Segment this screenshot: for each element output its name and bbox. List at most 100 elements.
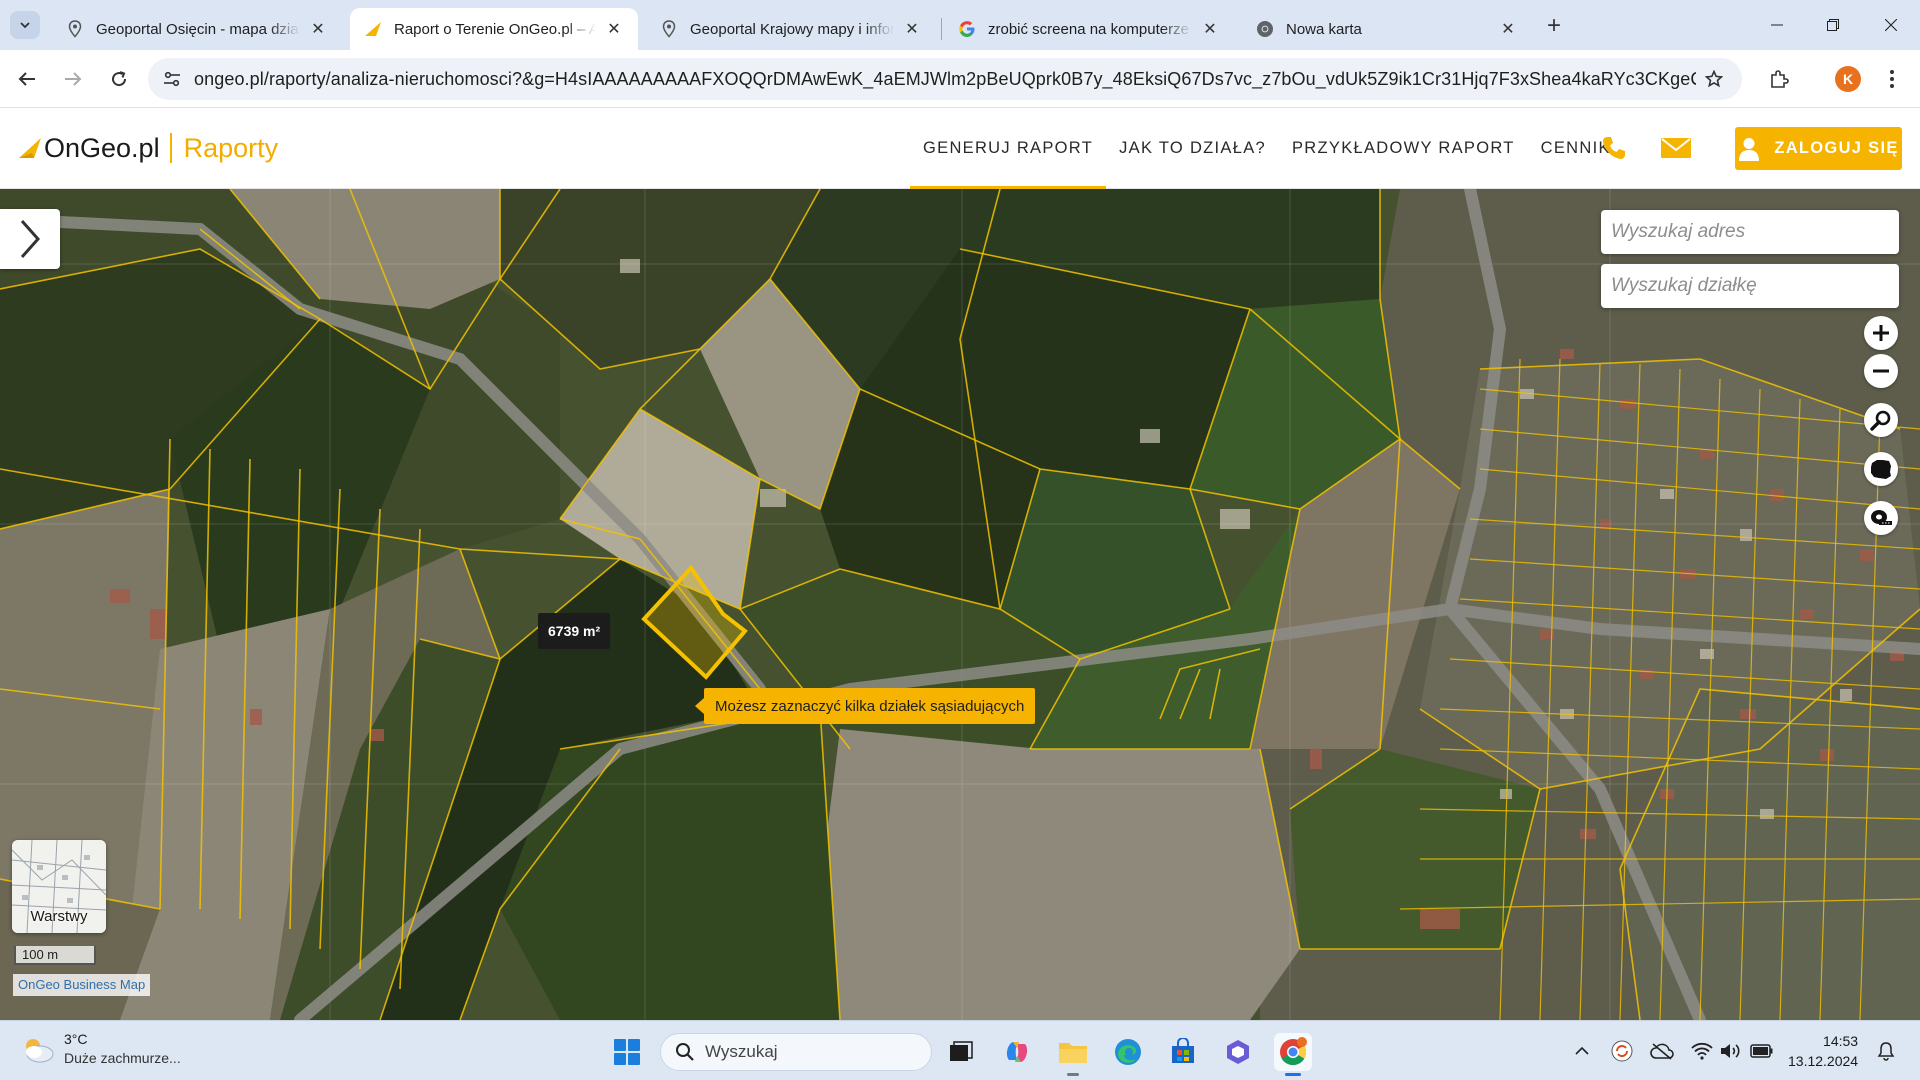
close-icon[interactable]: ✕ [1200,19,1220,39]
google-icon [958,20,976,38]
brand-name: OnGeo.pl [44,132,160,163]
address-bar[interactable]: ongeo.pl/raporty/analiza-nieruchomosci?&… [148,58,1742,100]
store-icon [1172,1038,1194,1063]
extensions-button[interactable] [1764,64,1794,94]
measure-tape-icon [1871,510,1892,525]
parcel-search-input[interactable] [1601,264,1899,308]
show-poland-button[interactable] [1864,452,1898,486]
close-icon[interactable]: ✕ [604,19,624,39]
microsoft-store-button[interactable] [1164,1033,1202,1071]
copilot-icon [1006,1042,1028,1062]
tab-geoportal-osiecin[interactable]: Geoportal Osięcin - mapa działek ✕ [52,8,342,50]
site-logo[interactable]: OnGeo.pl Raporty [18,130,278,166]
close-icon[interactable]: ✕ [1498,19,1518,39]
edge-button[interactable] [1109,1033,1147,1071]
login-button[interactable]: ZALOGUJ SIĘ [1735,127,1902,170]
task-view-button[interactable] [942,1033,980,1071]
start-button[interactable] [608,1033,646,1071]
map-scale-bar: 100 m [14,946,96,965]
chevron-right-icon [20,220,41,258]
phone-icon[interactable] [1598,134,1630,162]
tab-google-search[interactable]: zrobić screena na komputerze - Szukaj ✕ [944,8,1234,50]
main-nav: GENERUJ RAPORT JAK TO DZIAŁA? PRZYKŁADOW… [910,108,1624,189]
minimize-icon [1771,24,1783,26]
bookmark-star-icon[interactable] [1696,61,1732,97]
wifi-icon[interactable] [1690,1039,1714,1063]
system-clock[interactable]: 14:53 13.12.2024 [1788,1031,1858,1071]
chrome-button[interactable] [1274,1033,1312,1076]
chevron-down-icon [20,22,30,29]
copilot-app-button[interactable] [1219,1033,1257,1071]
zoom-to-selection-button[interactable] [1864,403,1898,437]
mail-icon[interactable] [1660,134,1692,162]
tab-title: zrobić screena na komputerze - Szukaj [988,20,1192,38]
weather-temperature: 3°C [64,1031,88,1047]
chrome-icon [1280,1037,1307,1066]
map-hint-tooltip: Możesz zaznaczyć kilka działek sąsiadują… [694,688,1036,724]
nav-generuj-raport[interactable]: GENERUJ RAPORT [910,108,1107,189]
nav-przykladowy-raport[interactable]: PRZYKŁADOWY RAPORT [1279,108,1528,189]
volume-icon[interactable] [1718,1039,1742,1063]
windows-logo-icon [614,1039,640,1065]
search-icon [676,1043,694,1061]
parcel-map[interactable]: 6739 m² Możesz zaznaczyć kilka działek s… [0,189,1920,1020]
layers-button[interactable]: Warstwy [12,840,106,933]
minimize-button[interactable] [1754,8,1800,42]
map-attribution[interactable]: OnGeo Business Map [13,974,151,996]
windows-taskbar: 3°C Duże zachmurze... Wyszukaj 14:53 13.… [0,1020,1920,1080]
address-search-input[interactable] [1601,210,1899,254]
url-text: ongeo.pl/raporty/analiza-nieruchomosci?&… [194,68,1696,89]
notification-bell-icon[interactable] [1874,1039,1898,1063]
site-settings-icon[interactable] [154,61,190,97]
hexagon-app-icon [1227,1040,1249,1064]
clock-time: 14:53 [1823,1033,1859,1049]
chrome-icon [1256,20,1274,38]
restore-icon [1827,19,1839,31]
tab-search-button[interactable] [10,11,40,39]
satellite-map-layer[interactable] [0,189,1920,1020]
tab-new[interactable]: Nowa karta ✕ [1242,8,1532,50]
browser-menu-button[interactable] [1880,64,1904,94]
restore-button[interactable] [1810,8,1856,42]
product-name: Raporty [183,132,279,163]
arrow-left-icon [18,72,35,86]
reload-button[interactable] [104,64,134,94]
zoom-in-button[interactable] [1864,316,1898,350]
poland-map-icon [1871,460,1891,479]
profile-avatar[interactable]: K [1835,66,1861,92]
weather-widget[interactable]: 3°C Duże zachmurze... [20,1031,181,1066]
tab-separator [941,18,942,40]
tab-title: Geoportal Krajowy mapy i informacje [690,20,894,38]
task-view-icon [950,1041,973,1061]
new-tab-button[interactable]: + [1540,13,1568,41]
layers-label: Warstwy [30,908,88,925]
tab-geoportal-krajowy[interactable]: Geoportal Krajowy mapy i informacje ✕ [646,8,936,50]
arrow-right-icon [65,72,82,86]
nav-jak-to-dziala[interactable]: JAK TO DZIAŁA? [1106,108,1279,189]
taskbar-search[interactable]: Wyszukaj [660,1033,932,1071]
login-label: ZALOGUJ SIĘ [1774,139,1899,157]
measure-tool-button[interactable] [1864,501,1898,535]
ongeo-logo-icon [19,138,41,158]
weather-condition: Duże zachmurze... [64,1050,181,1066]
tab-title: Raport o Terenie OnGeo.pl – Analiza [394,20,596,38]
map-pin-icon [660,20,678,38]
copilot-button[interactable] [998,1033,1036,1071]
sync-icon[interactable] [1610,1039,1634,1063]
zoom-out-button[interactable] [1864,354,1898,388]
zoom-out-icon [1873,369,1889,373]
file-explorer-button[interactable] [1054,1033,1092,1076]
chevron-up-icon[interactable] [1570,1039,1594,1063]
zoom-in-icon [1873,325,1889,341]
user-icon [1739,137,1760,161]
close-window-button[interactable] [1868,8,1914,42]
battery-icon[interactable] [1750,1039,1774,1063]
cloud-off-icon[interactable] [1650,1039,1674,1063]
back-button[interactable] [12,64,42,94]
close-icon[interactable]: ✕ [902,19,922,39]
tab-ongeo-raport[interactable]: Raport o Terenie OnGeo.pl – Analiza ✕ [350,8,638,50]
side-panel-toggle[interactable] [0,209,60,269]
cloudy-weather-icon [26,1038,54,1062]
close-icon[interactable]: ✕ [308,19,328,39]
forward-button[interactable] [58,64,88,94]
